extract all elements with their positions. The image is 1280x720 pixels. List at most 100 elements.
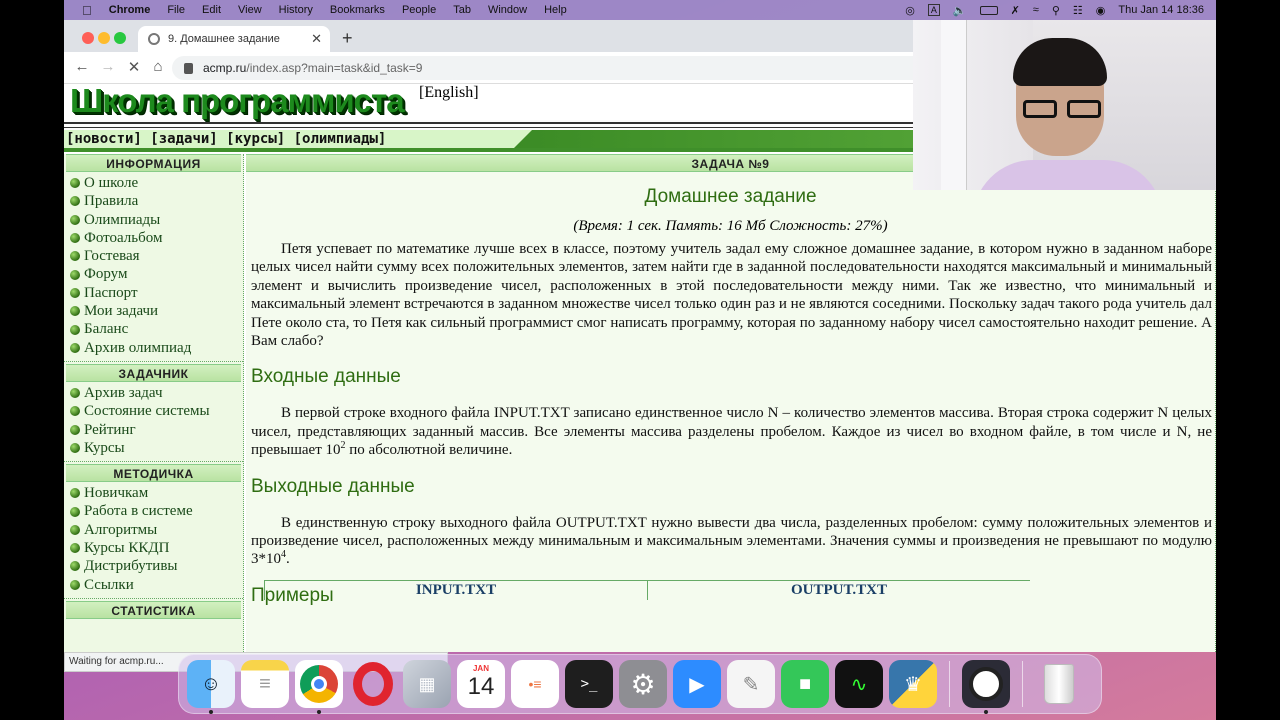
dock-separator xyxy=(1022,661,1023,707)
sidebar-heading-info: ИНФОРМАЦИЯ xyxy=(66,154,241,172)
examples-output-column: OUTPUT.TXT xyxy=(647,581,1030,600)
nav-link-olympiads[interactable]: [олимпиады] xyxy=(294,131,387,147)
obs-icon[interactable] xyxy=(962,660,1010,714)
input-source-indicator[interactable]: A xyxy=(927,4,940,16)
wifi-icon[interactable]: ≈ xyxy=(1033,4,1039,16)
battery-icon[interactable] xyxy=(979,5,998,15)
webcam-overlay xyxy=(913,20,1216,190)
sidebar-item-olympiad-archive[interactable]: Архив олимпиад xyxy=(70,339,243,357)
bullet-icon xyxy=(70,406,80,417)
tab-active[interactable]: 9. Домашнее задание ✕ xyxy=(138,26,330,52)
bullet-icon xyxy=(70,214,80,225)
nav-link-news[interactable]: [новости] xyxy=(66,131,142,147)
close-window-button[interactable] xyxy=(82,32,94,44)
control-center-icon[interactable]: ☷ xyxy=(1073,4,1083,17)
menu-edit[interactable]: Edit xyxy=(202,4,221,16)
sidebar-item-guestbook[interactable]: Гостевая xyxy=(70,247,243,265)
siri-icon[interactable]: ◉ xyxy=(1096,4,1106,17)
english-link[interactable]: [English] xyxy=(419,84,479,102)
output-description: В единственную строку выходного файла OU… xyxy=(246,514,1215,569)
sidebar-item-balance[interactable]: Баланс xyxy=(70,320,243,338)
launchpad-icon[interactable]: ▦ xyxy=(403,660,451,708)
sidebar-item-links[interactable]: Ссылки xyxy=(70,576,243,594)
new-tab-button[interactable]: + xyxy=(342,28,353,49)
sidebar-item-algorithms[interactable]: Алгоритмы xyxy=(70,521,243,539)
menu-view[interactable]: View xyxy=(238,4,262,16)
url-host: acmp.ru xyxy=(203,61,247,75)
home-icon[interactable]: ⌂ xyxy=(148,58,168,75)
python-launcher-icon[interactable]: ♛ xyxy=(889,660,937,708)
notes-icon[interactable]: ≡ xyxy=(241,660,289,708)
menu-file[interactable]: File xyxy=(167,4,185,16)
input-text-tail: по абсолютной величине. xyxy=(345,442,513,459)
sidebar: ИНФОРМАЦИЯ О школе Правила Олимпиады Фот… xyxy=(64,154,244,652)
menu-history[interactable]: History xyxy=(279,4,313,16)
sidebar-item-system-work[interactable]: Работа в системе xyxy=(70,502,243,520)
textedit-icon[interactable]: ✎ xyxy=(727,660,775,708)
output-text-tail: . xyxy=(286,551,290,568)
nav-link-courses[interactable]: [курсы] xyxy=(226,131,285,147)
sidebar-item-label: Новичкам xyxy=(84,485,149,502)
apple-menu-icon[interactable]:  xyxy=(82,3,92,18)
lock-icon[interactable] xyxy=(184,62,193,74)
spotlight-search-icon[interactable]: ⚲ xyxy=(1052,4,1060,17)
sidebar-list-info: О школе Правила Олимпиады Фотоальбом Гос… xyxy=(64,172,243,362)
sidebar-heading-stats: СТАТИСТИКА xyxy=(66,600,241,619)
sidebar-item-label: Архив задач xyxy=(84,384,163,401)
sidebar-item-distributives[interactable]: Дистрибутивы xyxy=(70,557,243,575)
sidebar-item-passport[interactable]: Паспорт xyxy=(70,284,243,302)
stop-loading-icon[interactable]: ✕ xyxy=(124,58,144,76)
activity-monitor-icon[interactable]: ∿ xyxy=(835,660,883,708)
sidebar-item-task-archive[interactable]: Архив задач xyxy=(70,384,243,402)
terminal-icon[interactable]: >_ xyxy=(565,660,613,708)
menu-people[interactable]: People xyxy=(402,4,436,16)
sidebar-item-label: Правила xyxy=(84,193,139,210)
system-preferences-icon[interactable]: ⚙ xyxy=(619,660,667,708)
sidebar-item-kkdp-courses[interactable]: Курсы ККДП xyxy=(70,539,243,557)
sidebar-item-rating[interactable]: Рейтинг xyxy=(70,421,243,439)
back-icon[interactable]: ← xyxy=(72,58,92,75)
site-logo[interactable]: Школа программиста xyxy=(70,84,405,120)
menu-app-name[interactable]: Chrome xyxy=(109,4,151,16)
sidebar-item-rules[interactable]: Правила xyxy=(70,192,243,210)
sidebar-item-label: О школе xyxy=(84,175,139,191)
zoom-icon[interactable]: ▶ xyxy=(673,660,721,708)
desktop:  Chrome File Edit View History Bookmark… xyxy=(64,0,1216,720)
bullet-icon xyxy=(70,342,80,353)
sidebar-item-about[interactable]: О школе xyxy=(70,174,243,192)
sidebar-item-photoalbum[interactable]: Фотоальбом xyxy=(70,229,243,247)
trash-icon[interactable] xyxy=(1035,660,1083,708)
nav-link-tasks[interactable]: [задачи] xyxy=(150,131,217,147)
sidebar-item-my-tasks[interactable]: Мои задачи xyxy=(70,302,243,320)
calendar-icon[interactable]: JAN 14 xyxy=(457,660,505,708)
menu-clock[interactable]: Thu Jan 14 18:36 xyxy=(1118,4,1204,16)
bullet-icon xyxy=(70,388,80,399)
tab-title: 9. Домашнее задание xyxy=(168,33,280,45)
sidebar-item-courses[interactable]: Курсы xyxy=(70,439,243,457)
facetime-icon[interactable]: ■ xyxy=(781,660,829,708)
menu-tab[interactable]: Tab xyxy=(453,4,471,16)
finder-icon[interactable]: ☺ xyxy=(187,660,235,714)
bullet-icon xyxy=(70,424,80,435)
chrome-icon[interactable] xyxy=(295,660,343,714)
sidebar-item-system-status[interactable]: Состояние системы xyxy=(70,402,243,420)
opera-icon[interactable] xyxy=(349,660,397,708)
close-tab-icon[interactable]: ✕ xyxy=(311,31,322,47)
sidebar-item-forum[interactable]: Форум xyxy=(70,265,243,283)
running-indicator xyxy=(209,710,213,714)
bullet-icon xyxy=(70,196,80,207)
reminders-icon[interactable]: •≡ xyxy=(511,660,559,708)
volume-icon[interactable]: 🔈 xyxy=(953,4,967,17)
globe-icon[interactable]: ◎ xyxy=(905,4,915,17)
zoom-window-button[interactable] xyxy=(114,32,126,44)
menu-window[interactable]: Window xyxy=(488,4,527,16)
sidebar-item-beginners[interactable]: Новичкам xyxy=(70,484,243,502)
forward-icon[interactable]: → xyxy=(98,58,118,75)
webcam-door xyxy=(941,20,967,190)
menu-bookmarks[interactable]: Bookmarks xyxy=(330,4,385,16)
menu-help[interactable]: Help xyxy=(544,4,567,16)
bluetooth-icon[interactable]: ✗ xyxy=(1011,4,1020,17)
menu-bar:  Chrome File Edit View History Bookmark… xyxy=(64,0,1216,20)
minimize-window-button[interactable] xyxy=(98,32,110,44)
sidebar-item-olympiads[interactable]: Олимпиады xyxy=(70,211,243,229)
